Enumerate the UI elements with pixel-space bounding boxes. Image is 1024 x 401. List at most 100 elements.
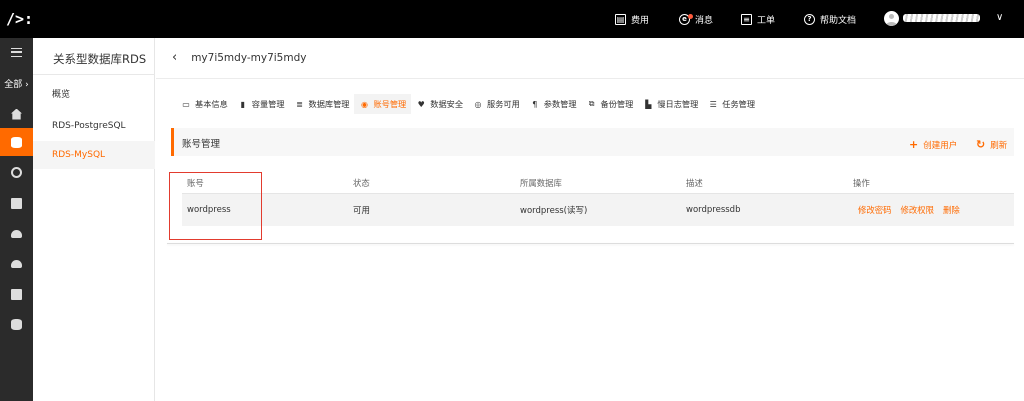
rail-database-button[interactable] (0, 128, 33, 156)
globe-icon (11, 166, 22, 178)
column-header-database: 所属数据库 (520, 178, 562, 188)
user-avatar[interactable] (884, 11, 899, 26)
change-password-link[interactable]: 修改密码 (858, 204, 892, 216)
task-list-icon: ☰ (709, 99, 717, 109)
back-arrow-icon[interactable]: ‹ (172, 50, 177, 65)
product-icon-rail: 全部 › (0, 38, 33, 401)
tab-parameter-management[interactable]: ¶ 参数管理 (525, 94, 582, 114)
billing-button[interactable]: ▤ 费用 (615, 12, 649, 26)
copy-icon: ⧉ (588, 99, 595, 108)
account-table: 账号 状态 所属数据库 描述 操作 wordpress 可用 wordpress… (182, 173, 1014, 226)
side-item-rds-mysql[interactable]: RDS-MySQL (33, 141, 155, 169)
operations-cell: 修改密码 修改权限 删除 (858, 194, 960, 226)
tab-label: 数据库管理 (308, 99, 350, 109)
side-item-overview[interactable]: 概览 (33, 81, 155, 109)
rail-close-box-button[interactable] (0, 280, 33, 308)
description-cell: wordpressdb (686, 205, 741, 215)
database-icon: ≣ (296, 99, 303, 109)
annotation-highlight-box (169, 172, 262, 240)
rail-cloud-button[interactable] (0, 250, 33, 278)
section-title: 账号管理 (182, 139, 221, 150)
eye-icon: ◎ (474, 99, 482, 109)
menu-icon (11, 47, 22, 57)
heart-pulse-icon: ♥ (417, 99, 425, 109)
instance-tabs: ▭ 基本信息 ▮ 容量管理 ≣ 数据库管理 ◉ 账号管理 ♥ 数据安全 ◎ 服务可用 ¶ 参数… (176, 94, 760, 114)
cloud-icon (11, 260, 22, 268)
account-section-header: 账号管理 + 创建用户 ↻ 刷新 (171, 128, 1014, 156)
create-user-button[interactable]: + 创建用户 (909, 138, 957, 151)
side-menu-divider (33, 74, 155, 75)
tab-database-management[interactable]: ≣ 数据库管理 (290, 94, 355, 114)
column-header-description: 描述 (686, 178, 703, 188)
breadcrumb: ‹ my7i5mdy-my7i5mdy (172, 50, 306, 65)
database-icon (11, 136, 22, 148)
rail-stack-button[interactable] (0, 310, 33, 338)
tab-label: 参数管理 (543, 99, 577, 109)
tab-label: 备份管理 (600, 99, 634, 109)
tab-task-management[interactable]: ☰ 任务管理 (703, 94, 760, 114)
tab-label: 账号管理 (373, 99, 407, 109)
table-row: wordpress 可用 wordpress(读写) wordpressdb 修… (182, 194, 1014, 226)
tab-account-management[interactable]: ◉ 账号管理 (354, 94, 412, 114)
refresh-icon: ↻ (976, 138, 986, 151)
tab-capacity[interactable]: ▮ 容量管理 (233, 94, 290, 114)
tab-label: 容量管理 (251, 99, 285, 109)
top-bar: />: ▤ 费用 e 消息 ≡ 工单 ? 帮助文档 ∨ (0, 0, 1024, 38)
delete-account-link[interactable]: 删除 (943, 204, 960, 216)
rail-storage-button[interactable] (0, 189, 33, 217)
rail-all-products[interactable]: 全部 › (0, 77, 33, 91)
tab-label: 服务可用 (487, 99, 520, 109)
storage-icon (11, 197, 22, 209)
breadcrumb-divider (156, 78, 1024, 79)
rail-cloud-upload-button[interactable] (0, 220, 33, 248)
status-cell: 可用 (353, 206, 371, 216)
help-docs-label: 帮助文档 (820, 15, 857, 26)
tab-service-availability[interactable]: ◎ 服务可用 (468, 94, 525, 114)
info-card-icon: ▭ (182, 99, 190, 109)
column-header-status: 状态 (353, 178, 370, 188)
rail-home-button[interactable] (0, 100, 33, 128)
ticket-button[interactable]: ≡ 工单 (741, 12, 775, 26)
cloud-upload-icon (11, 230, 22, 238)
pilcrow-icon: ¶ (532, 99, 538, 109)
help-docs-button[interactable]: ? 帮助文档 (804, 12, 856, 26)
database-cell: wordpress(读写) (520, 206, 588, 216)
table-bottom-edge (167, 243, 1014, 244)
billing-label: 费用 (631, 15, 650, 26)
tab-data-security[interactable]: ♥ 数据安全 (411, 94, 468, 114)
file-icon: ▙ (645, 99, 652, 109)
rail-network-button[interactable] (0, 158, 33, 186)
table-header: 账号 状态 所属数据库 描述 操作 (182, 173, 1014, 194)
refresh-label: 刷新 (990, 140, 1008, 151)
billing-icon: ▤ (615, 13, 626, 25)
message-icon: e (679, 13, 693, 25)
cylinder-icon: ▮ (240, 99, 245, 109)
instance-name: my7i5mdy-my7i5mdy (191, 51, 307, 64)
console-logo[interactable]: />: (6, 9, 33, 29)
tab-basic-info[interactable]: ▭ 基本信息 (176, 94, 233, 114)
tab-label: 任务管理 (722, 99, 756, 109)
stack-icon (11, 318, 22, 330)
redacted-username (903, 14, 980, 22)
column-header-operations: 操作 (853, 178, 870, 188)
rail-menu-button[interactable] (0, 38, 33, 66)
close-box-icon (11, 288, 22, 300)
tab-slow-log-management[interactable]: ▙ 慢日志管理 (638, 94, 703, 114)
main-content: ‹ my7i5mdy-my7i5mdy ▭ 基本信息 ▮ 容量管理 ≣ 数据库管理 ◉… (156, 38, 1024, 401)
unread-dot (688, 13, 693, 19)
ticket-icon: ≡ (741, 13, 752, 25)
tab-backup-management[interactable]: ⧉ 备份管理 (582, 94, 639, 114)
home-icon (11, 108, 22, 120)
user-circle-icon: ◉ (360, 99, 368, 109)
create-user-label: 创建用户 (923, 140, 958, 151)
tab-label: 慢日志管理 (657, 99, 699, 109)
change-permissions-link[interactable]: 修改权限 (901, 204, 935, 216)
message-button[interactable]: e 消息 (679, 12, 713, 26)
user-menu-chevron-icon[interactable]: ∨ (996, 12, 1003, 23)
tab-label: 基本信息 (195, 99, 228, 109)
side-item-rds-postgresql[interactable]: RDS-PostgreSQL (33, 112, 155, 140)
ticket-label: 工单 (757, 15, 776, 26)
rds-side-menu: 关系型数据库RDS 概览 RDS-PostgreSQL RDS-MySQL (33, 38, 155, 401)
refresh-button[interactable]: ↻ 刷新 (976, 138, 1007, 151)
tab-label: 数据安全 (430, 99, 464, 109)
